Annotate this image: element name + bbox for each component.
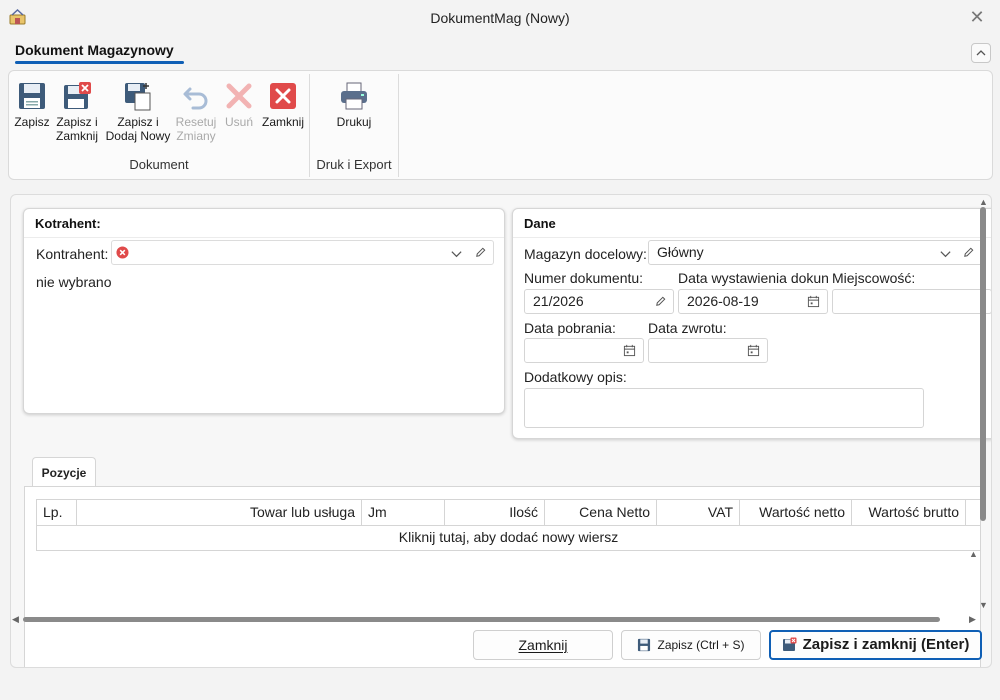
data-zwrotu-label: Data zwrotu: <box>648 320 727 336</box>
opis-label: Dodatkowy opis: <box>524 369 627 385</box>
save-button[interactable]: Zapisz (Ctrl + S) <box>621 630 761 660</box>
save-button-label: Zapisz (Ctrl + S) <box>657 638 745 652</box>
ribbon-close-label: Zamknij <box>261 115 304 129</box>
group-label-druk-export: Druk i Export <box>316 157 392 172</box>
column-header-cena-netto[interactable]: Cena Netto <box>544 499 657 526</box>
positions-grid: Lp. Towar lub usługa Jm Ilość Cena Netto… <box>36 499 981 619</box>
floppy-disk-icon <box>19 83 45 109</box>
chevron-down-icon[interactable] <box>939 248 952 261</box>
calendar-icon[interactable] <box>747 344 760 357</box>
column-header-ilosc[interactable]: Ilość <box>444 499 545 526</box>
pencil-icon[interactable] <box>962 246 975 259</box>
floppy-disk-new-icon <box>125 83 151 111</box>
calendar-icon[interactable] <box>623 344 636 357</box>
ribbon-save-label: Zapisz <box>14 115 50 129</box>
ribbon-save-new-button[interactable]: Zapisz i Dodaj Nowy <box>104 81 172 143</box>
ribbon-save-new-label-2: Dodaj Nowy <box>105 129 171 143</box>
kontrahent-card: Kotrahent: Kontrahent: nie wybrano <box>23 208 505 414</box>
close-button[interactable]: Zamknij <box>473 630 613 660</box>
pencil-icon[interactable] <box>474 246 487 259</box>
numer-input[interactable]: 21/2026 <box>524 289 674 314</box>
data-pobrania-label: Data pobrania: <box>524 320 616 336</box>
ribbon-save-close-label-1: Zapisz i <box>56 115 98 129</box>
numer-value: 21/2026 <box>533 293 584 309</box>
kontrahent-field[interactable] <box>111 240 494 265</box>
horizontal-scrollbar[interactable]: ◀ ▶ <box>11 613 981 625</box>
data-wystawienia-input[interactable]: 2026-08-19 <box>678 289 828 314</box>
magazyn-label: Magazyn docelowy: <box>524 246 647 262</box>
delete-x-icon <box>226 83 252 109</box>
ribbon-tab-dokument-magazynowy[interactable]: Dokument Magazynowy <box>15 42 174 58</box>
save-and-close-button[interactable]: Zapisz i zamknij (Enter) <box>769 630 982 660</box>
numer-label: Numer dokumentu: <box>524 270 644 286</box>
close-button-label: Zamknij <box>518 637 568 653</box>
ribbon-print-label: Drukuj <box>336 115 372 129</box>
magazyn-select[interactable]: Główny <box>648 240 983 265</box>
ribbon-panel: Zapisz Zapisz i Zamknij Zapisz i Dodaj N… <box>8 70 993 180</box>
ribbon-close-button[interactable]: Zamknij <box>260 81 306 129</box>
ribbon-reset-button[interactable]: Resetuj Zmiany <box>174 81 218 143</box>
column-header-wartosc-brutto[interactable]: Wartość brutto <box>851 499 966 526</box>
column-header-towar[interactable]: Towar lub usługa <box>76 499 362 526</box>
kontrahent-card-title: Kotrahent: <box>35 216 101 231</box>
floppy-disk-close-icon <box>64 82 91 109</box>
chevron-up-icon <box>976 50 986 56</box>
column-header-jm[interactable]: Jm <box>361 499 445 526</box>
data-wystawienia-value: 2026-08-19 <box>687 293 759 309</box>
data-zwrotu-input[interactable] <box>648 338 768 363</box>
printer-icon <box>341 82 367 110</box>
miejscowosc-label: Miejscowość: <box>832 270 916 286</box>
ribbon-save-close-label-2: Zamknij <box>55 129 98 143</box>
column-header-filler <box>965 499 981 526</box>
horizontal-scrollbar-thumb[interactable] <box>23 617 940 622</box>
save-and-close-label: Zapisz i zamknij (Enter) <box>802 636 970 653</box>
title-bar: DokumentMag (Nowy) ✕ <box>0 0 1000 36</box>
kontrahent-label: Kontrahent: <box>36 246 109 262</box>
kontrahent-status: nie wybrano <box>36 274 112 290</box>
ribbon-save-new-label-1: Zapisz i <box>117 115 159 129</box>
dane-card-title: Dane <box>524 216 556 231</box>
opis-textarea[interactable] <box>524 388 924 428</box>
scroll-up-icon[interactable]: ▲ <box>979 197 988 207</box>
data-wystawienia-label: Data wystawienia dokun <box>678 270 829 286</box>
undo-icon <box>183 87 208 110</box>
close-red-icon <box>270 83 296 109</box>
scroll-right-icon[interactable]: ▶ <box>969 614 976 625</box>
ribbon-reset-label-2: Zmiany <box>176 129 216 143</box>
ribbon-reset-label-1: Resetuj <box>175 115 217 129</box>
scroll-left-icon[interactable]: ◀ <box>12 614 19 625</box>
add-new-row[interactable]: Kliknij tutaj, aby dodać nowy wiersz <box>36 525 981 551</box>
data-pobrania-input[interactable] <box>524 338 644 363</box>
window-close-button[interactable]: ✕ <box>966 6 988 28</box>
ribbon-delete-label: Usuń <box>224 115 253 129</box>
card-divider <box>513 237 991 238</box>
error-icon <box>116 246 129 259</box>
grid-scroll-up-icon[interactable]: ▲ <box>969 549 978 559</box>
column-header-lp[interactable]: Lp. <box>36 499 77 526</box>
ribbon-print-button[interactable]: Drukuj <box>332 81 376 129</box>
dane-card: Dane Magazyn docelowy: Główny Numer doku… <box>512 208 991 439</box>
ribbon-separator <box>398 74 399 177</box>
miejscowosc-input[interactable] <box>832 289 991 314</box>
ribbon-delete-button[interactable]: Usuń <box>221 81 257 129</box>
chevron-down-icon[interactable] <box>450 248 463 261</box>
column-header-wartosc-netto[interactable]: Wartość netto <box>739 499 852 526</box>
floppy-disk-icon <box>638 638 651 652</box>
column-header-vat[interactable]: VAT <box>656 499 740 526</box>
pencil-icon[interactable] <box>654 295 667 308</box>
ribbon-save-button[interactable]: Zapisz <box>14 81 50 129</box>
card-divider <box>24 237 504 238</box>
calendar-icon[interactable] <box>807 295 820 308</box>
group-label-dokument: Dokument <box>129 157 189 172</box>
ribbon-tab-underline <box>15 61 184 64</box>
window-title: DokumentMag (Nowy) <box>430 10 570 26</box>
magazyn-value: Główny <box>657 244 704 260</box>
tab-pozycje[interactable]: Pozycje <box>32 457 96 487</box>
vertical-scrollbar-thumb[interactable] <box>980 207 986 521</box>
ribbon-collapse-button[interactable] <box>971 43 991 63</box>
floppy-disk-close-icon <box>782 637 797 651</box>
ribbon-save-close-button[interactable]: Zapisz i Zamknij <box>54 81 100 143</box>
document-form: Kotrahent: Kontrahent: nie wybrano Dane … <box>10 194 992 668</box>
scroll-down-icon[interactable]: ▼ <box>979 600 988 610</box>
